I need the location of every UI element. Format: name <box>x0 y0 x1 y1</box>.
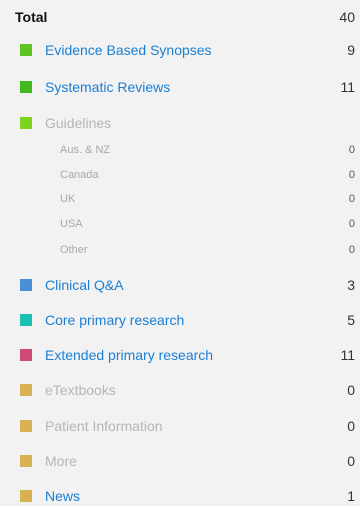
category-count: 11 <box>340 79 355 95</box>
total-label: Total <box>15 9 48 25</box>
category-label: Guidelines <box>45 115 112 131</box>
category-color-swatch <box>20 490 32 502</box>
category-news[interactable]: News 1 <box>0 486 360 506</box>
category-color-swatch <box>20 420 32 432</box>
category-color-swatch <box>20 384 32 396</box>
category-guidelines: Guidelines <box>0 113 360 133</box>
category-label[interactable]: Systematic Reviews <box>45 79 170 95</box>
category-label[interactable]: Evidence Based Synopses <box>45 42 212 58</box>
category-label: eTextbooks <box>45 382 116 398</box>
category-patient-information: Patient Information 0 <box>0 416 360 436</box>
subitem-count: 0 <box>348 193 355 205</box>
subitem-label: Canada <box>60 169 99 181</box>
category-label: Patient Information <box>45 418 163 434</box>
category-label[interactable]: Extended primary research <box>45 347 213 363</box>
category-systematic-reviews[interactable]: Systematic Reviews 11 <box>0 77 360 97</box>
total-row: Total 40 <box>0 7 360 27</box>
category-count: 0 <box>347 418 355 434</box>
category-count: 5 <box>347 312 355 328</box>
guideline-subitem-aus-nz: Aus. & NZ 0 <box>0 142 360 160</box>
subitem-count: 0 <box>348 244 355 256</box>
category-count: 11 <box>340 347 355 363</box>
category-etextbooks: eTextbooks 0 <box>0 380 360 400</box>
category-count: 1 <box>347 488 355 504</box>
category-count: 0 <box>347 453 355 469</box>
category-clinical-qa[interactable]: Clinical Q&A 3 <box>0 275 360 295</box>
guideline-subitem-canada: Canada 0 <box>0 167 360 185</box>
category-color-swatch <box>20 314 32 326</box>
category-core-primary-research[interactable]: Core primary research 5 <box>0 310 360 330</box>
category-evidence-based-synopses[interactable]: Evidence Based Synopses 9 <box>0 40 360 60</box>
subitem-count: 0 <box>348 169 355 181</box>
subitem-label: UK <box>60 193 76 205</box>
guideline-subitem-usa: USA 0 <box>0 216 360 234</box>
subitem-count: 0 <box>348 218 355 230</box>
subitem-count: 0 <box>348 144 355 156</box>
category-more: More 0 <box>0 451 360 471</box>
category-label[interactable]: Clinical Q&A <box>45 277 124 293</box>
subitem-label: Aus. & NZ <box>60 144 111 156</box>
category-count: 3 <box>347 277 355 293</box>
category-count: 9 <box>347 42 355 58</box>
category-color-swatch <box>20 81 32 93</box>
category-count: 0 <box>347 382 355 398</box>
guideline-subitem-other: Other 0 <box>0 242 360 260</box>
category-color-swatch <box>20 44 32 56</box>
subitem-label: USA <box>60 218 83 230</box>
subitem-label: Other <box>60 244 88 256</box>
category-label[interactable]: Core primary research <box>45 312 184 328</box>
total-count: 40 <box>339 9 355 25</box>
category-color-swatch <box>20 455 32 467</box>
category-color-swatch <box>20 349 32 361</box>
category-label[interactable]: News <box>45 488 80 504</box>
category-color-swatch <box>20 279 32 291</box>
category-extended-primary-research[interactable]: Extended primary research 11 <box>0 345 360 365</box>
category-label: More <box>45 453 77 469</box>
guideline-subitem-uk: UK 0 <box>0 191 360 209</box>
category-color-swatch <box>20 117 32 129</box>
